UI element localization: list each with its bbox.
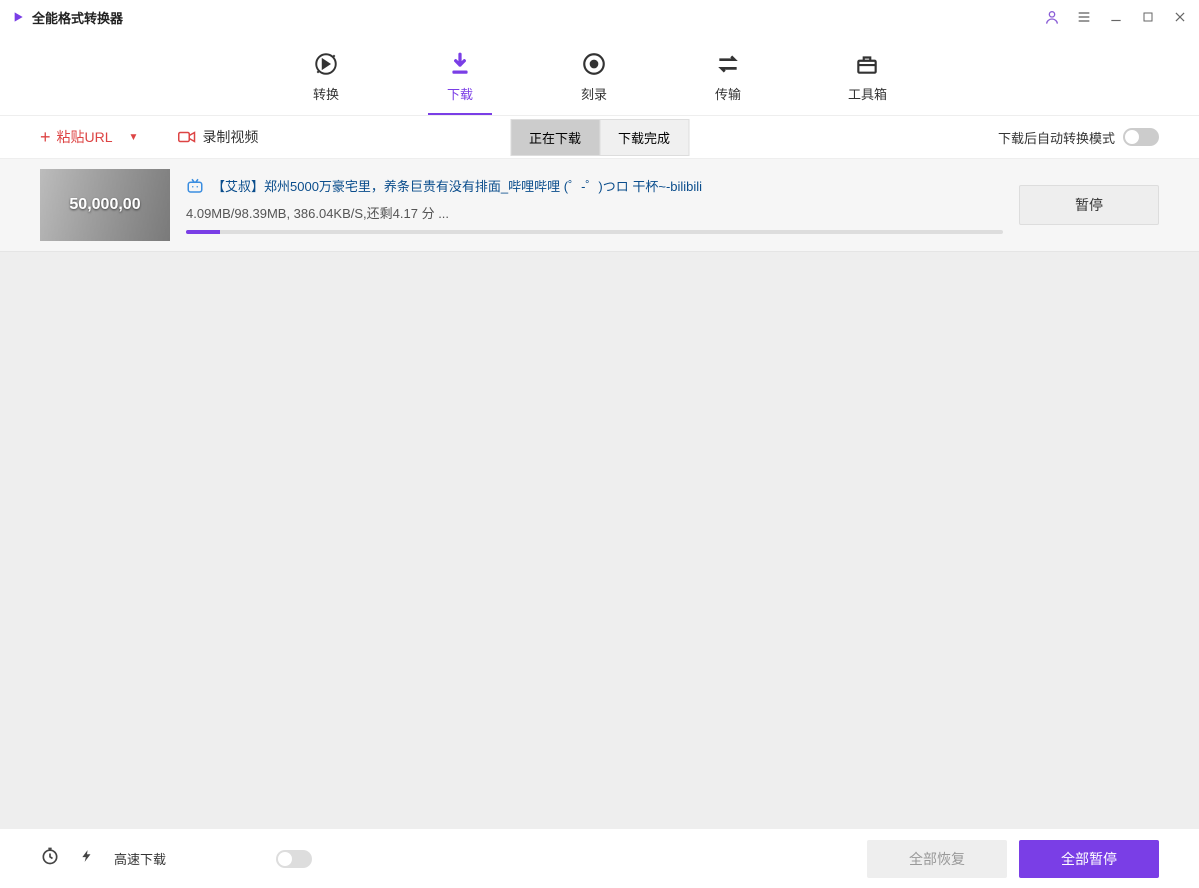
download-progress xyxy=(186,230,1003,234)
speed-label: 高速下载 xyxy=(114,849,166,868)
pause-all-button[interactable]: 全部暂停 xyxy=(1019,840,1159,878)
window-controls xyxy=(1043,8,1189,26)
video-thumbnail: 50,000,00 xyxy=(40,169,170,241)
download-list: 50,000,00 【艾叔】郑州5000万豪宅里，养条巨贵有没有排面_哔哩哔哩 … xyxy=(0,159,1199,828)
plus-icon: + xyxy=(40,127,51,148)
bolt-icon xyxy=(80,847,94,870)
download-icon xyxy=(446,50,474,78)
pause-button[interactable]: 暂停 xyxy=(1019,185,1159,225)
sub-tabs: 正在下载 下载完成 xyxy=(510,119,689,156)
user-icon[interactable] xyxy=(1043,8,1061,26)
menu-icon[interactable] xyxy=(1075,8,1093,26)
download-status: 4.09MB/98.39MB, 386.04KB/S,还剩4.17 分 ... xyxy=(186,203,1003,222)
minimize-icon[interactable] xyxy=(1107,8,1125,26)
download-title: 【艾叔】郑州5000万豪宅里，养条巨贵有没有排面_哔哩哔哩 (゜-゜)つロ 干杯… xyxy=(212,176,702,195)
completed-tab[interactable]: 下载完成 xyxy=(599,119,689,156)
bottom-bar: 高速下载 全部恢复 全部暂停 xyxy=(0,828,1199,888)
camera-icon xyxy=(178,130,196,144)
auto-convert-label: 下载后自动转换模式 xyxy=(998,128,1115,147)
nav-label: 刻录 xyxy=(581,84,607,103)
nav-label: 传输 xyxy=(715,84,741,103)
tab-download[interactable]: 下载 xyxy=(428,44,492,115)
resume-all-button[interactable]: 全部恢复 xyxy=(867,840,1007,878)
tab-transfer[interactable]: 传输 xyxy=(696,44,760,115)
record-label: 录制视频 xyxy=(202,127,258,147)
paste-url-label: 粘贴URL xyxy=(57,127,113,147)
toolbox-icon xyxy=(853,50,881,78)
burn-icon xyxy=(580,50,608,78)
maximize-icon[interactable] xyxy=(1139,8,1157,26)
close-icon[interactable] xyxy=(1171,8,1189,26)
nav-label: 工具箱 xyxy=(848,84,887,103)
tab-toolbox[interactable]: 工具箱 xyxy=(830,44,905,115)
clock-icon[interactable] xyxy=(40,846,60,871)
convert-icon xyxy=(312,50,340,78)
sub-toolbar: + 粘贴URL ▼ 录制视频 正在下载 下载完成 下载后自动转换模式 xyxy=(0,115,1199,159)
speed-toggle[interactable] xyxy=(276,850,312,868)
main-nav: 转换 下载 刻录 传输 工具箱 xyxy=(0,34,1199,115)
tab-convert[interactable]: 转换 xyxy=(294,44,358,115)
progress-bar xyxy=(186,230,220,234)
app-title: 全能格式转换器 xyxy=(32,8,123,27)
title-bar: 全能格式转换器 xyxy=(0,0,1199,34)
auto-convert-toggle[interactable] xyxy=(1123,128,1159,146)
transfer-icon xyxy=(714,50,742,78)
paste-url-button[interactable]: + 粘贴URL ▼ xyxy=(40,127,138,148)
nav-label: 下载 xyxy=(447,84,473,103)
record-button[interactable]: 录制视频 xyxy=(178,127,258,147)
downloading-tab[interactable]: 正在下载 xyxy=(510,119,599,156)
play-icon xyxy=(10,9,26,25)
chevron-down-icon: ▼ xyxy=(129,132,139,143)
tab-burn[interactable]: 刻录 xyxy=(562,44,626,115)
nav-label: 转换 xyxy=(313,84,339,103)
bilibili-icon xyxy=(186,177,204,195)
download-item: 50,000,00 【艾叔】郑州5000万豪宅里，养条巨贵有没有排面_哔哩哔哩 … xyxy=(0,159,1199,252)
app-logo: 全能格式转换器 xyxy=(10,8,123,27)
